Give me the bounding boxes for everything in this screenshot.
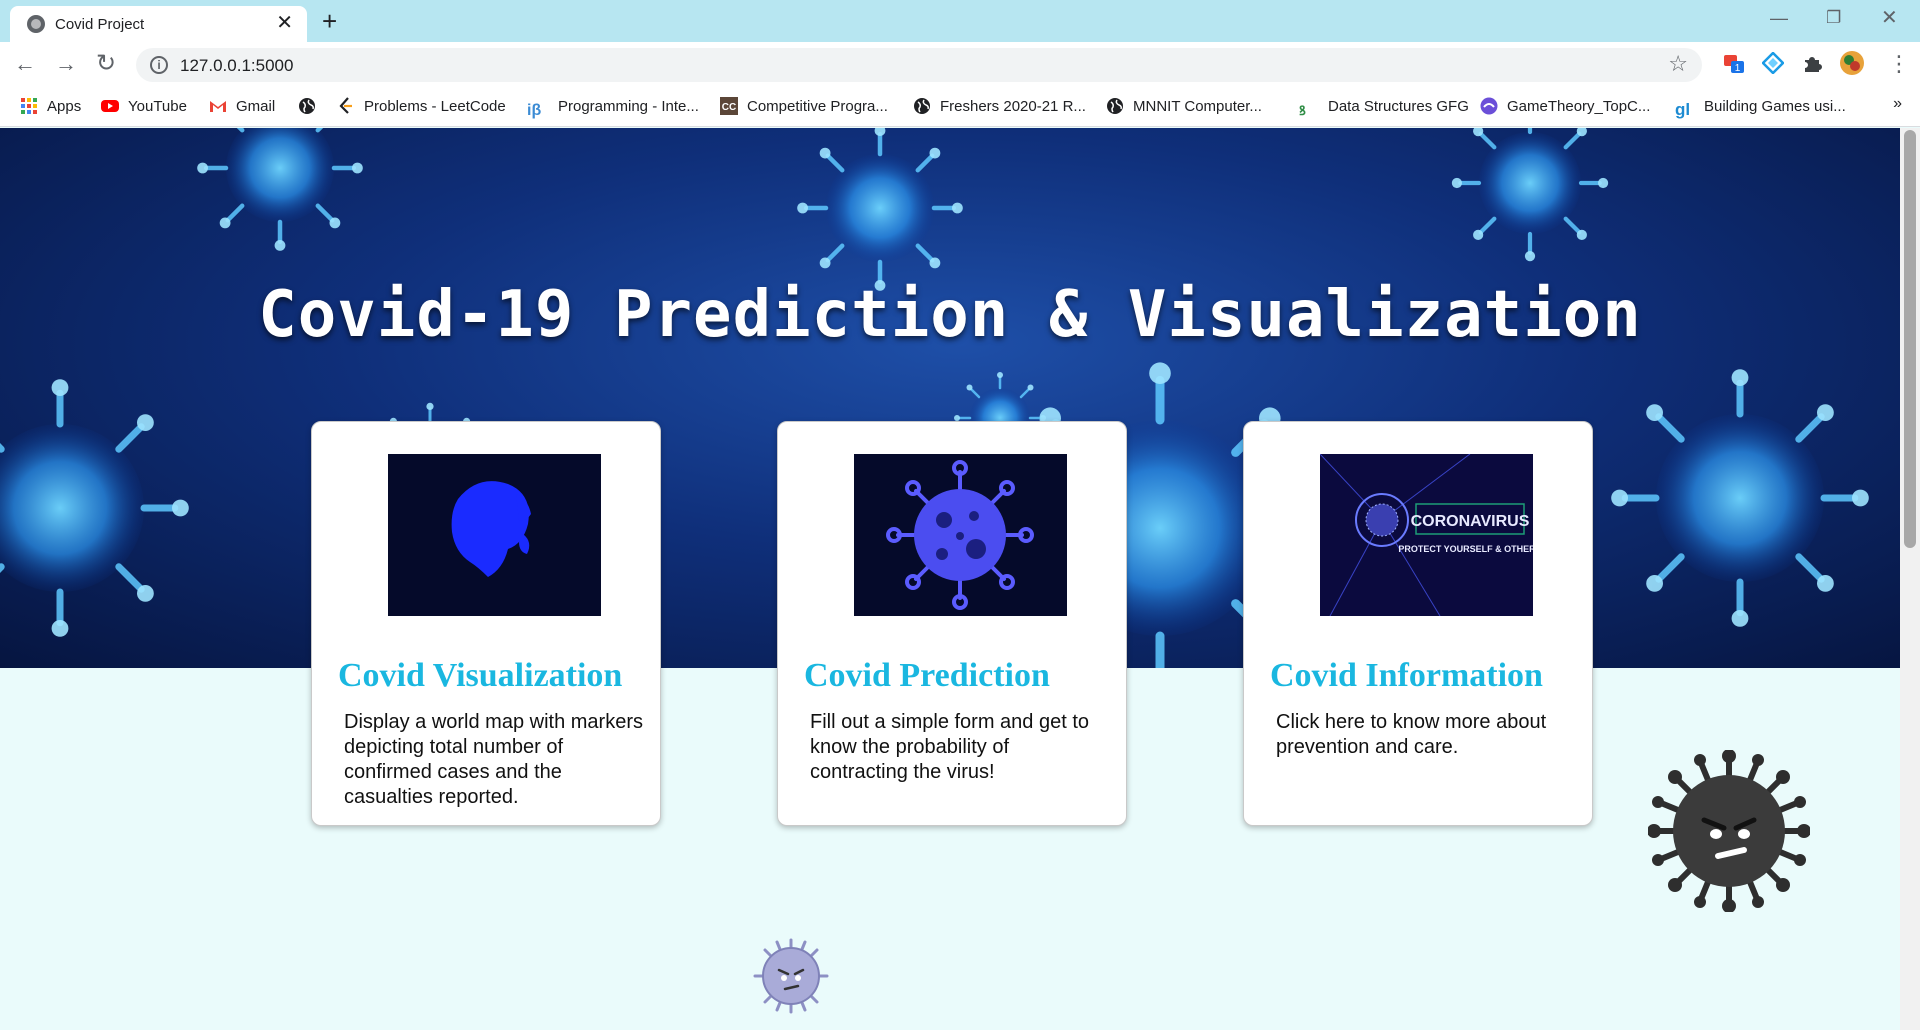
card-covid-information[interactable]: CORONAVIRUS PROTECT YOURSELF & OTHERS Co…: [1243, 421, 1593, 826]
svg-text:CC: CC: [722, 102, 736, 113]
bookmark-youtube[interactable]: YouTube: [101, 96, 187, 118]
codechef-icon: CC: [720, 97, 738, 115]
browser-toolbar: ← → ↻ i 127.0.0.1:5000 ☆: [0, 42, 1920, 87]
extension-translate-icon[interactable]: 1: [1723, 52, 1745, 74]
bookmark-freshers[interactable]: Freshers 2020-21 R...: [913, 96, 1086, 118]
bookmark-label: Gmail: [236, 98, 276, 115]
world-map-image: [388, 454, 601, 616]
chrome-menu-icon[interactable]: ⋮: [1888, 50, 1910, 78]
interviewbit-icon: iβ: [527, 102, 542, 119]
bookmarks-bar: Apps YouTube Gmail Problems - LeetCode i…: [0, 87, 1920, 127]
forward-arrow-icon[interactable]: →: [55, 50, 77, 78]
back-arrow-icon[interactable]: ←: [14, 50, 36, 78]
poster-subtitle-text: PROTECT YOURSELF & OTHERS: [1398, 544, 1533, 554]
card-description: Display a world map with markers depicti…: [344, 711, 643, 808]
globe-icon: [914, 98, 930, 114]
minimize-icon[interactable]: —: [1770, 6, 1788, 30]
topcoder-icon: [1480, 97, 1498, 115]
vertical-scrollbar[interactable]: [1900, 128, 1920, 1030]
virus-image: [854, 454, 1067, 616]
tab-title: Covid Project: [55, 16, 145, 33]
profile-avatar-icon[interactable]: [1839, 50, 1865, 76]
page-viewport: Covid-19 Prediction & Visualization Covi…: [0, 128, 1920, 1030]
bookmark-label: Problems - LeetCode: [364, 98, 506, 115]
extensions-puzzle-icon[interactable]: [1801, 52, 1823, 74]
tab-close-icon[interactable]: ✕: [276, 12, 293, 34]
new-tab-button[interactable]: +: [322, 6, 337, 36]
scrollbar-thumb[interactable]: [1904, 130, 1916, 548]
card-covid-prediction[interactable]: Covid Prediction Fill out a simple form …: [777, 421, 1127, 826]
card-covid-visualization[interactable]: Covid Visualization Display a world map …: [311, 421, 661, 826]
globe-icon: [27, 15, 45, 33]
bookmark-label: GameTheory_TopC...: [1507, 98, 1651, 115]
small-virus-mascot-icon: [753, 938, 829, 1014]
gmail-icon: [210, 101, 226, 112]
bookmark-star-icon[interactable]: ☆: [1668, 51, 1688, 77]
reload-icon[interactable]: ↻: [96, 50, 116, 78]
bookmark-gfg[interactable]: ꝸ Data Structures GFG: [1299, 96, 1469, 118]
bookmark-globe[interactable]: [298, 96, 325, 118]
globe-icon: [1107, 98, 1123, 114]
browser-tab[interactable]: Covid Project ✕: [10, 6, 307, 42]
bookmark-apps[interactable]: Apps: [20, 96, 81, 118]
window-close-icon[interactable]: ✕: [1881, 6, 1898, 30]
extension-badge: 1: [1735, 63, 1741, 74]
coronavirus-poster-image: CORONAVIRUS PROTECT YOURSELF & OTHERS: [1320, 454, 1533, 616]
bookmark-label: MNNIT Computer...: [1133, 98, 1262, 115]
apps-grid-icon: [21, 98, 37, 114]
bookmark-label: Data Structures GFG: [1328, 98, 1469, 115]
bookmark-mnnit[interactable]: MNNIT Computer...: [1106, 96, 1262, 118]
bookmark-label: Building Games usi...: [1704, 98, 1846, 115]
leetcode-icon: [339, 97, 352, 114]
gl-icon: gl: [1675, 100, 1691, 119]
bookmark-building-games[interactable]: gl Building Games usi...: [1675, 96, 1846, 119]
bookmark-gametheory[interactable]: GameTheory_TopC...: [1480, 96, 1650, 118]
bookmark-label: Competitive Progra...: [747, 98, 888, 115]
gfg-icon: ꝸ: [1299, 103, 1306, 118]
bookmark-label: YouTube: [128, 98, 187, 115]
bookmark-label: Programming - Inte...: [558, 98, 699, 115]
card-description: Click here to know more about prevention…: [1276, 711, 1547, 758]
globe-icon: [299, 98, 315, 114]
address-bar[interactable]: i 127.0.0.1:5000 ☆: [136, 48, 1702, 82]
bookmark-interviewbit[interactable]: iβ Programming - Inte...: [527, 96, 699, 119]
bookmark-label: Freshers 2020-21 R...: [940, 98, 1086, 115]
page-title: Covid-19 Prediction & Visualization: [258, 278, 1642, 352]
extension-diamond-icon[interactable]: [1762, 52, 1784, 74]
url-text[interactable]: 127.0.0.1:5000: [180, 56, 293, 76]
browser-tab-strip: Covid Project ✕ + — ❐ ✕: [0, 0, 1920, 42]
youtube-icon: [101, 100, 119, 112]
card-title[interactable]: Covid Information: [1270, 657, 1543, 695]
card-title[interactable]: Covid Visualization: [338, 657, 622, 695]
bookmark-codechef[interactable]: CC Competitive Progra...: [720, 96, 888, 118]
card-title[interactable]: Covid Prediction: [804, 657, 1050, 695]
bookmark-gmail[interactable]: Gmail: [209, 96, 275, 118]
restore-icon[interactable]: ❐: [1826, 6, 1841, 30]
bookmark-leetcode[interactable]: Problems - LeetCode: [337, 96, 506, 118]
angry-virus-mascot-icon: [1648, 750, 1810, 912]
more-bookmarks-icon[interactable]: »: [1893, 95, 1902, 113]
site-info-icon[interactable]: i: [150, 56, 168, 74]
poster-title-text: CORONAVIRUS: [1411, 513, 1530, 530]
card-description: Fill out a simple form and get to know t…: [810, 711, 1090, 783]
bookmark-label: Apps: [47, 98, 82, 115]
